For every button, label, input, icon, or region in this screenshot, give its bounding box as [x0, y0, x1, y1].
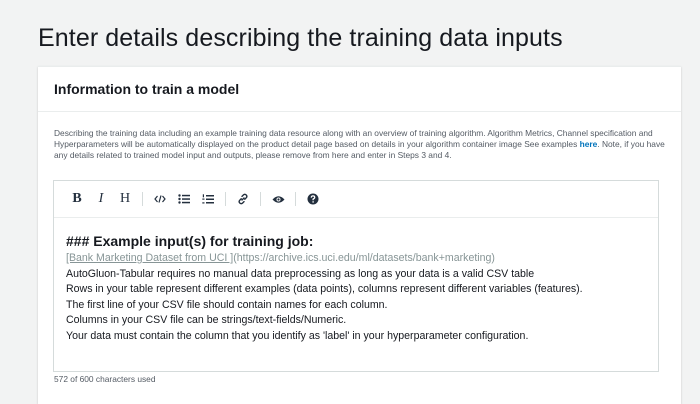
help-button[interactable]	[304, 187, 322, 211]
toolbar-divider	[295, 192, 296, 206]
editor-toolbar: B I H	[54, 181, 658, 218]
toolbar-divider	[260, 192, 261, 206]
panel-title: Information to train a model	[54, 81, 240, 97]
panel-description: Describing the training data including a…	[54, 128, 666, 161]
toolbar-divider	[142, 192, 143, 206]
markdown-editor[interactable]: B I H ### Example input(s) for training …	[53, 180, 659, 372]
editor-line: The first line of your CSV file should c…	[66, 298, 388, 311]
dataset-link-line: [Bank Marketing Dataset from UCI ](https…	[66, 251, 658, 267]
info-panel: Information to train a model Describing …	[38, 66, 681, 404]
editor-line: AutoGluon-Tabular requires no manual dat…	[66, 267, 535, 280]
editor-heading: ### Example input(s) for training job:	[66, 233, 314, 249]
bullet-list-button[interactable]	[175, 187, 193, 211]
panel-header: Information to train a model	[38, 67, 681, 112]
heading-button[interactable]: H	[116, 187, 134, 211]
dataset-link-url: (https://archive.ics.uci.edu/ml/datasets…	[233, 252, 495, 264]
examples-link[interactable]: here	[580, 139, 598, 149]
page-title: Enter details describing the training da…	[38, 24, 563, 52]
toolbar-divider	[225, 192, 226, 206]
editor-content[interactable]: ### Example input(s) for training job: […	[54, 218, 658, 345]
character-counter: 572 of 600 characters used	[54, 374, 156, 384]
editor-line: Rows in your table represent different e…	[66, 283, 583, 296]
link-button[interactable]	[234, 187, 252, 211]
dataset-link-text: [Bank Marketing Dataset from UCI ]	[66, 252, 234, 264]
numbered-list-icon	[202, 193, 214, 203]
numbered-list-button[interactable]	[199, 187, 217, 211]
help-icon	[307, 193, 319, 205]
editor-line: Columns in your CSV file can be strings/…	[66, 314, 347, 327]
preview-button[interactable]	[269, 187, 287, 211]
bold-button[interactable]: B	[68, 187, 86, 211]
code-button[interactable]	[151, 187, 169, 211]
editor-line: Your data must contain the column that y…	[66, 329, 529, 342]
code-icon	[154, 195, 166, 203]
link-icon	[238, 193, 248, 205]
eye-icon	[272, 195, 284, 203]
description-text: Describing the training data including a…	[54, 128, 653, 149]
bullet-list-icon	[178, 194, 190, 204]
italic-button[interactable]: I	[92, 187, 110, 211]
